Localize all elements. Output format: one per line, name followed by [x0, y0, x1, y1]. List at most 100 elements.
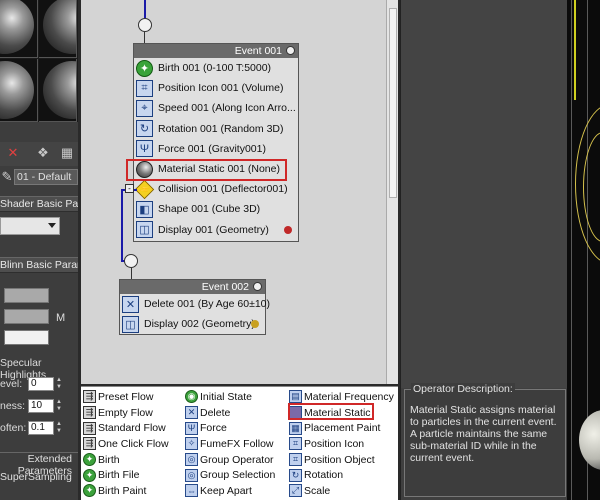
- pick-material-icon[interactable]: ✎: [0, 170, 14, 184]
- assign-material-icon[interactable]: ❖: [36, 146, 50, 160]
- 3d-viewport[interactable]: [567, 0, 600, 500]
- material-name-field[interactable]: 01 - Default: [14, 169, 78, 185]
- sample-slot[interactable]: [0, 59, 38, 122]
- keep-apart-icon: ⇔: [185, 484, 198, 498]
- depot-column-1: ⇶ Preset Flow ⇶ Empty Flow ⇶ Standard Flow …: [83, 389, 169, 499]
- sample-slot[interactable]: [0, 0, 38, 58]
- depot-item-label: Birth Paint: [98, 484, 147, 497]
- shader-type-dropdown[interactable]: [0, 217, 60, 235]
- input-wire: [144, 0, 146, 18]
- event-001[interactable]: Event 001 ✦ Birth 001 (0-100 T:5000) ⌗ Pos…: [133, 43, 299, 242]
- operator-row[interactable]: ⌖ Speed 001 (Along Icon Arro...: [134, 98, 298, 118]
- depot-item[interactable]: ◎ Group Operator: [185, 452, 275, 468]
- test-output-socket[interactable]: -: [125, 184, 134, 193]
- rollout-blinn-basic[interactable]: Blinn Basic Parameters: [0, 257, 78, 273]
- screen: ✕ ❖ ▦ ✎ 01 - Default Shader Basic Parame…: [0, 0, 600, 500]
- glossiness-label: ness:: [0, 400, 26, 412]
- operator-row[interactable]: ◧ Shape 001 (Cube 3D): [134, 199, 298, 219]
- display-color-dot: [251, 320, 259, 329]
- depot-item[interactable]: ⇶ One Click Flow: [83, 436, 169, 452]
- flow-icon: ⇶: [83, 421, 96, 435]
- glossiness-spinner[interactable]: 10: [28, 399, 54, 413]
- depot-item-label: Delete: [200, 406, 231, 419]
- operator-row[interactable]: ✦ Birth 001 (0-100 T:5000): [134, 58, 298, 78]
- depot-item-label: Material Frequency: [304, 390, 394, 403]
- rollout-shader-basic[interactable]: Shader Basic Parameters: [0, 196, 78, 212]
- depot-item-label: Empty Flow: [98, 406, 153, 419]
- specular-level-spinner[interactable]: 0: [28, 377, 54, 391]
- depot-item-label: Position Icon: [304, 437, 365, 450]
- material-sphere-preview: [43, 61, 76, 119]
- rotation-icon: ↻: [136, 120, 153, 138]
- rollout-extended[interactable]: Extended Parameters: [0, 452, 78, 477]
- particle-view-panel: Event 001 ✦ Birth 001 (0-100 T:5000) ⌗ Pos…: [78, 0, 400, 500]
- operator-row[interactable]: ◫ Display 001 (Geometry): [134, 220, 298, 240]
- depot-item[interactable]: ◎ Group Selection: [185, 467, 275, 483]
- birth-icon: ✦: [136, 59, 153, 77]
- depot-column-2: ◉ Initial State ✕ Delete Ψ Force ✧ FumeFX Fo…: [185, 389, 275, 499]
- spinner-arrows-icon[interactable]: ▲ ▼: [56, 399, 64, 413]
- depot-item[interactable]: ▦ Placement Paint: [289, 420, 394, 436]
- operator-label: Display 002 (Geometry): [144, 318, 255, 331]
- selected-edge: [574, 0, 576, 100]
- scrollbar-thumb[interactable]: [389, 8, 397, 198]
- material-toolbar: ✕ ❖ ▦: [0, 142, 78, 166]
- depot-item[interactable]: ✦ Birth Paint: [83, 483, 169, 499]
- group-operator-icon: ◎: [185, 453, 198, 467]
- close-x-icon[interactable]: ✕: [6, 146, 20, 160]
- event-002[interactable]: Event 002 ✕ Delete 001 (By Age 60±10) ◫ Di…: [119, 279, 270, 335]
- sample-slot[interactable]: [39, 0, 77, 58]
- diffuse-color-swatch[interactable]: [4, 309, 49, 324]
- operator-depot: ⇶ Preset Flow ⇶ Empty Flow ⇶ Standard Flow …: [81, 386, 398, 500]
- depot-item[interactable]: ⇶ Standard Flow: [83, 420, 169, 436]
- depot-item[interactable]: ✕ Delete: [185, 405, 275, 421]
- event-002-input-socket[interactable]: [124, 254, 138, 268]
- ambient-color-swatch[interactable]: [4, 288, 49, 303]
- spinner-arrows-icon[interactable]: ▲ ▼: [56, 421, 64, 435]
- depot-item[interactable]: ⌗ Position Icon: [289, 436, 394, 452]
- event-title[interactable]: Event 001: [134, 44, 298, 58]
- rollout-supersampling[interactable]: SuperSampling: [0, 471, 78, 487]
- event-light-icon[interactable]: [286, 46, 295, 55]
- event-light-icon[interactable]: [253, 282, 262, 291]
- input-socket[interactable]: [138, 18, 152, 32]
- event-title[interactable]: Event 002: [120, 280, 265, 294]
- display-icon: ◫: [122, 315, 139, 333]
- specular-color-swatch[interactable]: [4, 330, 49, 345]
- depot-item[interactable]: ⌗ Position Object: [289, 452, 394, 468]
- material-icon: ▤: [289, 390, 302, 404]
- collision-output-wire: [121, 189, 123, 261]
- depot-item-label: Initial State: [200, 390, 252, 403]
- material-sphere-preview: [43, 0, 76, 54]
- depot-item[interactable]: ✦ Birth File: [83, 467, 169, 483]
- depot-item[interactable]: ✧ FumeFX Follow: [185, 436, 275, 452]
- map-button[interactable]: M: [56, 312, 65, 324]
- parameters-area: [401, 0, 568, 388]
- particle-flow-canvas[interactable]: Event 001 ✦ Birth 001 (0-100 T:5000) ⌗ Pos…: [81, 0, 386, 384]
- delete-icon: ✕: [122, 295, 139, 313]
- depot-item[interactable]: ⇔ Keep Apart: [185, 483, 275, 499]
- operator-row[interactable]: ⚡ Collision 001 (Deflector001): [134, 179, 298, 199]
- depot-item[interactable]: ↻ Rotation: [289, 467, 394, 483]
- operator-row[interactable]: ✕ Delete 001 (By Age 60±10): [120, 294, 270, 314]
- depot-item[interactable]: Ψ Force: [185, 420, 275, 436]
- chevron-down-icon: [48, 223, 56, 228]
- depot-item[interactable]: ⇶ Empty Flow: [83, 405, 169, 421]
- depot-item[interactable]: ◉ Initial State: [185, 389, 275, 405]
- operator-row[interactable]: ⌗ Position Icon 001 (Volume): [134, 78, 298, 98]
- sample-slot[interactable]: [39, 59, 77, 122]
- depot-item[interactable]: ⇶ Preset Flow: [83, 389, 169, 405]
- operator-row[interactable]: ◫ Display 002 (Geometry): [120, 314, 265, 334]
- material-effects-icon[interactable]: ▦: [60, 146, 74, 160]
- depot-item-label: Preset Flow: [98, 390, 154, 403]
- operator-row[interactable]: Ψ Force 001 (Gravity001): [134, 139, 298, 159]
- depot-item[interactable]: ⤢ Scale: [289, 483, 394, 499]
- operator-label: Position Icon 001 (Volume): [158, 82, 284, 95]
- operator-row[interactable]: ↻ Rotation 001 (Random 3D): [134, 119, 298, 139]
- depot-item-label: Standard Flow: [98, 422, 166, 435]
- soften-spinner[interactable]: 0.1: [28, 421, 54, 435]
- depot-item[interactable]: ✦ Birth: [83, 452, 169, 468]
- speed-icon: ⌖: [136, 99, 153, 117]
- canvas-vertical-scrollbar[interactable]: [386, 0, 398, 384]
- spinner-arrows-icon[interactable]: ▲ ▼: [56, 377, 64, 391]
